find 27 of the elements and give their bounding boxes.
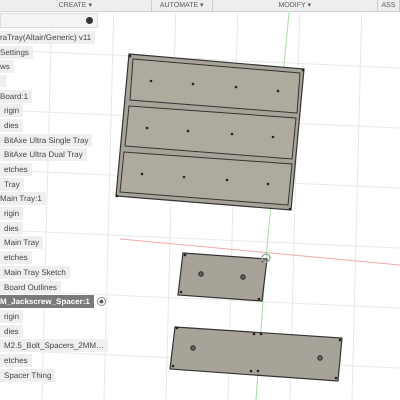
tree-item[interactable]: Board:1	[0, 90, 32, 103]
tree-item[interactable]: etches	[0, 163, 32, 176]
tree-item[interactable]: dies	[0, 324, 23, 338]
radio-icon[interactable]	[96, 297, 106, 306]
tree-item[interactable]: M2.5_Bolt_Spacers_2MM…	[0, 339, 108, 352]
tree-item[interactable]: etches	[0, 354, 32, 367]
tree-item[interactable]: dies	[0, 222, 23, 235]
tree-item[interactable]: etches	[0, 251, 32, 264]
tree-item[interactable]: raTray(Altair/Generic) v11	[0, 30, 96, 44]
tree-item[interactable]: BitAxe Ultra Dual Tray	[0, 148, 87, 162]
tree-item[interactable]: rigin	[0, 207, 24, 220]
tree-item[interactable]: Tray	[0, 178, 24, 191]
tree-item[interactable]: rigin	[0, 104, 24, 118]
tree-item[interactable]: Main Tray Sketch	[0, 266, 70, 279]
tree-item[interactable]: Main Tray:1	[0, 192, 46, 206]
tree-item[interactable]: Spacer Thing	[0, 368, 56, 382]
tree-item[interactable]: Settings	[0, 46, 33, 59]
tree-item[interactable]: ws	[0, 60, 14, 74]
tree-item[interactable]: dies	[0, 118, 23, 132]
origin-icon	[261, 253, 271, 263]
tree-item[interactable]: rigin	[0, 310, 24, 323]
tree-item[interactable]: BitAxe Ultra Single Tray	[0, 134, 92, 147]
dot-icon	[86, 17, 93, 24]
tree-item[interactable]: M_Jackscrew_Spacer:1	[0, 295, 94, 308]
tree-item[interactable]: Board Outlines	[0, 280, 61, 294]
search-field[interactable]	[0, 13, 98, 28]
tree-item[interactable]: Main Tray	[0, 236, 44, 250]
